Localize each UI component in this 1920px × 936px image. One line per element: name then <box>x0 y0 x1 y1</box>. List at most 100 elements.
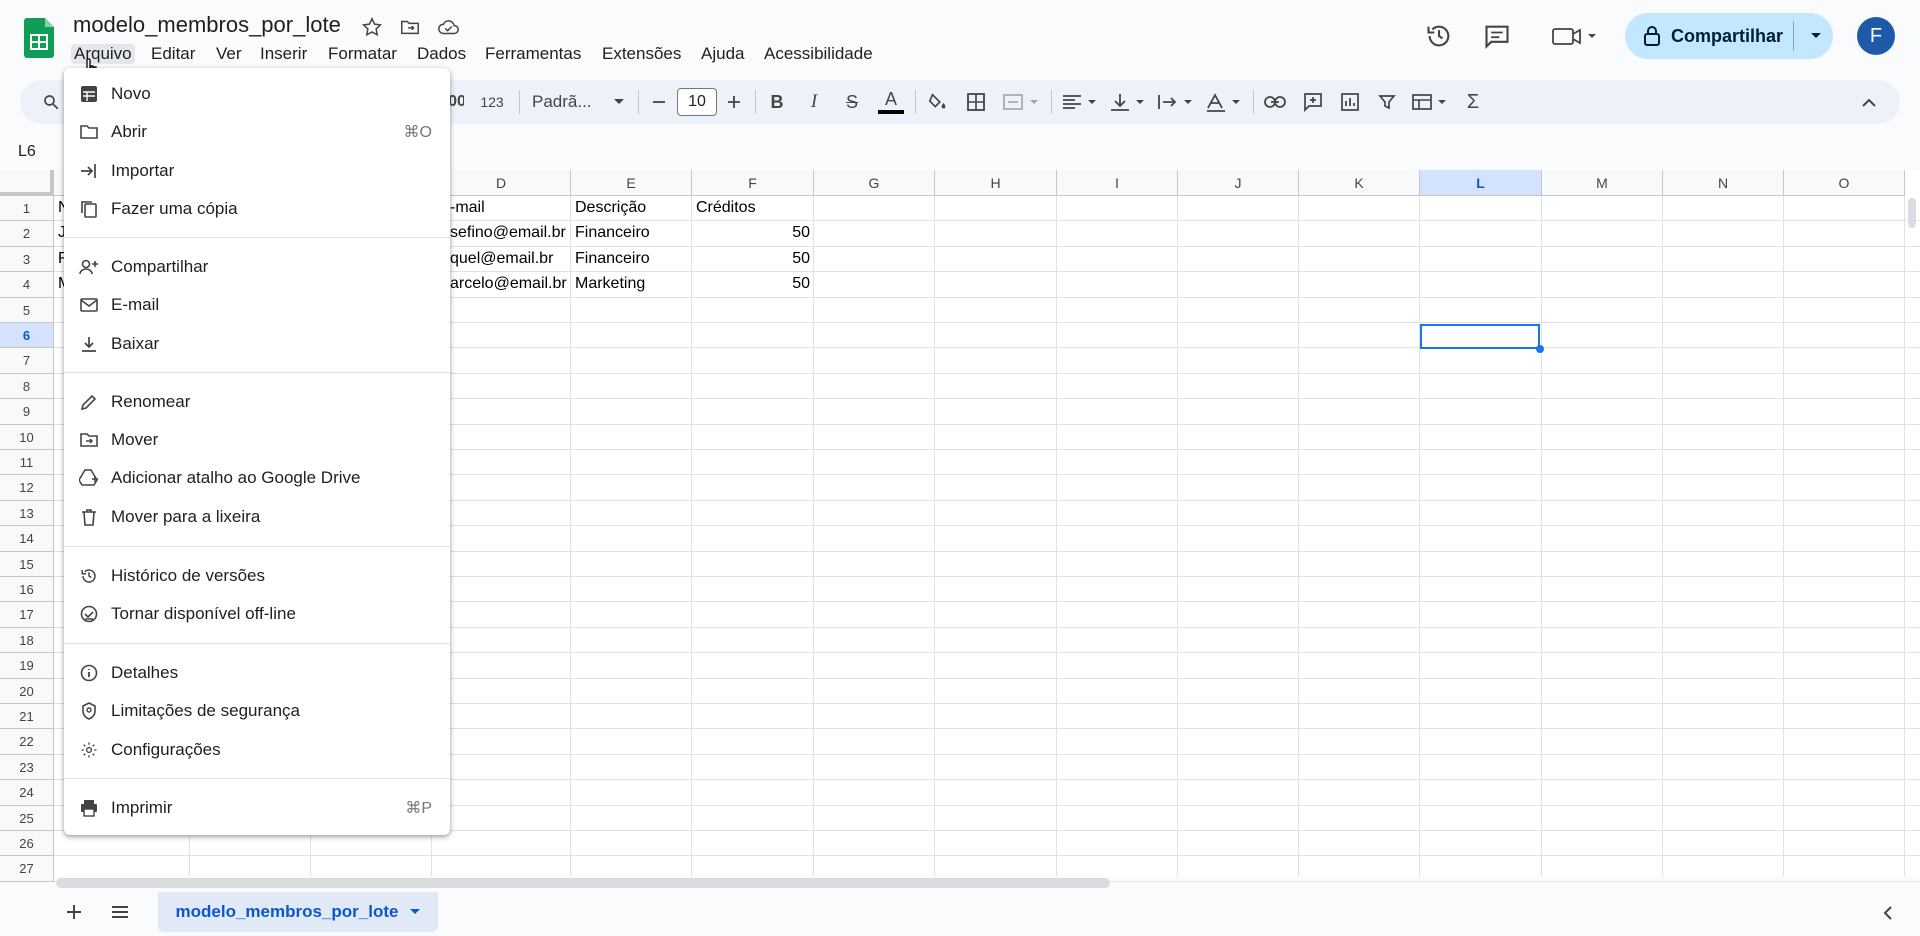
menu-formatar[interactable]: Formatar <box>325 44 400 64</box>
column-header-o[interactable]: O <box>1784 170 1905 196</box>
row-header-3[interactable]: 3 <box>0 246 54 273</box>
column-header-n[interactable]: N <box>1663 170 1784 196</box>
row-header-22[interactable]: 22 <box>0 729 54 755</box>
cell-f1[interactable]: Créditos <box>696 199 812 217</box>
row-header-17[interactable]: 17 <box>0 602 54 628</box>
cell-d3[interactable]: quel@email.br <box>450 250 583 268</box>
menu-ver[interactable]: Ver <box>213 44 245 64</box>
cell-e4[interactable]: Marketing <box>575 275 690 293</box>
menu-item-mover[interactable]: Mover <box>64 422 450 458</box>
menu-item-compartilhar[interactable]: Compartilhar <box>64 249 450 285</box>
sheets-logo-icon[interactable] <box>24 18 54 58</box>
cell-d4[interactable]: arcelo@email.br <box>450 275 583 293</box>
column-header-d[interactable]: D <box>432 170 571 196</box>
insert-chart-icon[interactable] <box>1335 80 1365 124</box>
row-header-15[interactable]: 15 <box>0 551 54 577</box>
cell-d1[interactable]: -mail <box>450 199 583 217</box>
row-header-7[interactable]: 7 <box>0 348 54 374</box>
row-header-12[interactable]: 12 <box>0 475 54 501</box>
menu-item-configuracoes[interactable]: Configurações <box>64 732 450 768</box>
row-header-9[interactable]: 9 <box>0 399 54 425</box>
menu-inserir[interactable]: Inserir <box>257 44 310 64</box>
collapse-toolbar-icon[interactable] <box>1854 80 1884 124</box>
borders-icon[interactable] <box>962 80 990 124</box>
cell-d2[interactable]: sefino@email.br <box>450 224 583 242</box>
row-header-27[interactable]: 27 <box>0 856 54 882</box>
menu-item-historico-versoes[interactable]: Histórico de versões <box>64 558 450 594</box>
row-header-16[interactable]: 16 <box>0 577 54 603</box>
version-history-icon[interactable] <box>1421 18 1457 54</box>
cell-f3[interactable]: 50 <box>692 250 810 268</box>
menu-item-fazer-copia[interactable]: Fazer uma cópia <box>64 191 450 227</box>
vertical-scrollbar[interactable] <box>1908 198 1916 228</box>
text-color-icon[interactable]: A <box>876 80 906 124</box>
text-rotation-icon[interactable] <box>1202 80 1246 124</box>
column-header-i[interactable]: I <box>1057 170 1178 196</box>
menu-item-lixeira[interactable]: Mover para a lixeira <box>64 499 450 535</box>
cell-e2[interactable]: Financeiro <box>575 224 690 242</box>
fill-handle[interactable] <box>1536 345 1544 353</box>
column-header-g[interactable]: G <box>814 170 935 196</box>
cell-f4[interactable]: 50 <box>692 275 810 293</box>
share-dropdown-icon[interactable] <box>1803 13 1829 59</box>
menu-item-imprimir[interactable]: Imprimir ⌘P <box>64 790 450 826</box>
increase-font-size-icon[interactable] <box>722 80 746 124</box>
column-header-h[interactable]: H <box>935 170 1057 196</box>
row-header-8[interactable]: 8 <box>0 373 54 400</box>
row-header-21[interactable]: 21 <box>0 704 54 730</box>
all-sheets-icon[interactable] <box>108 900 132 924</box>
cell-f2[interactable]: 50 <box>692 224 810 242</box>
move-folder-icon[interactable] <box>399 16 421 38</box>
decrease-font-size-icon[interactable] <box>647 80 671 124</box>
column-header-e[interactable]: E <box>571 170 692 196</box>
insert-comment-icon[interactable] <box>1298 80 1328 124</box>
sheet-tab-menu-icon[interactable] <box>410 909 421 915</box>
row-header-18[interactable]: 18 <box>0 627 54 654</box>
row-header-25[interactable]: 25 <box>0 805 54 831</box>
star-icon[interactable] <box>361 16 383 38</box>
menu-ferramentas[interactable]: Ferramentas <box>482 44 584 64</box>
strikethrough-icon[interactable]: S <box>839 80 865 124</box>
column-header-k[interactable]: K <box>1299 170 1420 196</box>
font-family-select[interactable]: Padrã... <box>528 80 628 124</box>
row-header-14[interactable]: 14 <box>0 526 54 552</box>
row-header-4[interactable]: 4 <box>0 272 54 298</box>
menu-item-renomear[interactable]: Renomear <box>64 384 450 420</box>
menu-item-importar[interactable]: Importar <box>64 153 450 189</box>
sheet-tab[interactable]: modelo_membros_por_lote <box>158 892 438 932</box>
menu-item-email[interactable]: E-mail <box>64 287 450 323</box>
merge-cells-icon[interactable] <box>1000 80 1044 124</box>
meet-video-icon[interactable] <box>1545 18 1605 54</box>
row-header-26[interactable]: 26 <box>0 831 54 857</box>
column-header-f[interactable]: F <box>692 170 814 196</box>
comments-icon[interactable] <box>1479 18 1515 54</box>
font-size-input[interactable]: 10 <box>677 88 717 116</box>
side-panel-toggle-icon[interactable] <box>1878 903 1898 923</box>
row-header-1[interactable]: 1 <box>0 196 54 222</box>
avatar[interactable]: F <box>1857 17 1895 55</box>
text-wrapping-icon[interactable] <box>1154 80 1198 124</box>
horizontal-scrollbar[interactable] <box>56 878 1110 888</box>
number-format-button[interactable]: 123 <box>476 80 508 124</box>
italic-icon[interactable]: I <box>801 80 827 124</box>
horizontal-align-icon[interactable] <box>1058 80 1102 124</box>
add-sheet-icon[interactable] <box>62 900 86 924</box>
insert-link-icon[interactable] <box>1260 80 1290 124</box>
selected-cell[interactable] <box>1420 324 1540 349</box>
menu-item-offline[interactable]: Tornar disponível off-line <box>64 596 450 632</box>
menu-editar[interactable]: Editar <box>148 44 198 64</box>
cell-e1[interactable]: Descrição <box>575 199 690 217</box>
menu-dados[interactable]: Dados <box>414 44 469 64</box>
row-header-10[interactable]: 10 <box>0 424 54 450</box>
row-header-23[interactable]: 23 <box>0 754 54 781</box>
menu-ajuda[interactable]: Ajuda <box>698 44 747 64</box>
menu-item-detalhes[interactable]: Detalhes <box>64 655 450 691</box>
row-header-6[interactable]: 6 <box>0 323 54 349</box>
name-box[interactable]: L6 <box>18 143 36 161</box>
row-header-24[interactable]: 24 <box>0 780 54 806</box>
vertical-align-icon[interactable] <box>1106 80 1150 124</box>
menu-acessibilidade[interactable]: Acessibilidade <box>761 44 876 64</box>
column-header-j[interactable]: J <box>1178 170 1299 196</box>
menu-item-baixar[interactable]: Baixar <box>64 326 450 362</box>
search-menus-icon[interactable] <box>36 80 66 124</box>
